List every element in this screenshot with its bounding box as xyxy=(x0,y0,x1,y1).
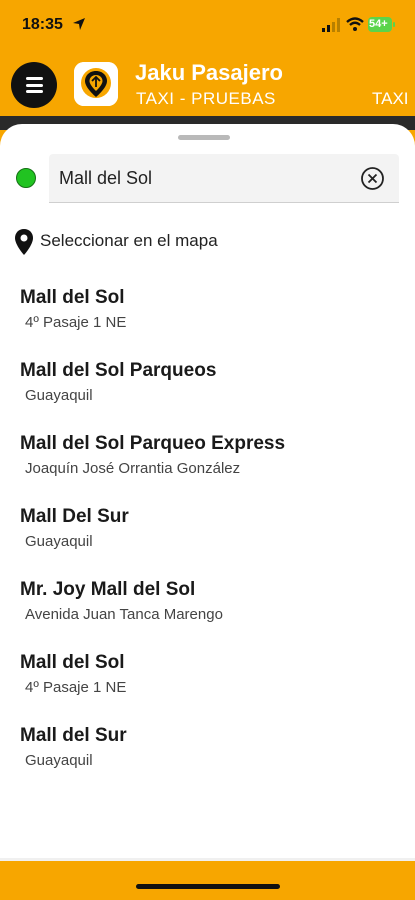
sheet-bottom-divider xyxy=(0,858,415,861)
result-address: 4º Pasaje 1 NE xyxy=(25,314,127,331)
app-subtitle-marquee: TAXI xyxy=(372,89,409,108)
result-title: Mr. Joy Mall del Sol xyxy=(20,579,196,600)
result-address: Guayaquil xyxy=(25,752,93,769)
search-results-list: Mall del Sol 4º Pasaje 1 NE Mall del Sol… xyxy=(0,284,415,795)
location-arrow-icon xyxy=(73,18,85,30)
result-title: Mall del Sol xyxy=(20,287,125,308)
result-address: Guayaquil xyxy=(25,533,93,550)
battery-level: 54+ xyxy=(369,18,388,30)
menu-icon-bar xyxy=(26,83,43,87)
app-subtitle: TAXI - PRUEBAS xyxy=(136,89,276,108)
result-address: Guayaquil xyxy=(25,387,93,404)
result-item[interactable]: Mr. Joy Mall del Sol Avenida Juan Tanca … xyxy=(0,576,415,649)
app-title: Jaku Pasajero xyxy=(135,60,283,85)
menu-button[interactable] xyxy=(11,62,57,108)
result-title: Mall del Sol xyxy=(20,652,125,673)
map-pin-icon xyxy=(15,229,33,255)
result-item[interactable]: Mall del Sol 4º Pasaje 1 NE xyxy=(0,649,415,722)
result-item[interactable]: Mall del Sur Guayaquil xyxy=(0,722,415,795)
taxi-logo-icon xyxy=(74,62,118,106)
result-title: Mall del Sol Parqueos xyxy=(20,360,217,381)
app-header: Jaku Pasajero TAXI - PRUEBAS TAXI xyxy=(0,50,415,120)
cellular-signal-icon xyxy=(322,18,340,32)
status-bar: 18:35 54+ xyxy=(0,0,415,50)
result-address: Joaquín José Orrantia González xyxy=(25,460,241,477)
result-title: Mall del Sol Parqueo Express xyxy=(20,433,286,454)
select-on-map-label: Seleccionar en el mapa xyxy=(40,231,218,250)
sheet-drag-handle[interactable] xyxy=(178,135,230,140)
result-item[interactable]: Mall del Sol Parqueo Express Joaquín Jos… xyxy=(0,430,415,503)
clear-search-icon[interactable] xyxy=(360,166,385,191)
result-item[interactable]: Mall Del Sur Guayaquil xyxy=(0,503,415,576)
search-sheet: Seleccionar en el mapa Mall del Sol 4º P… xyxy=(0,124,415,860)
search-box[interactable] xyxy=(49,154,399,203)
result-item[interactable]: Mall del Sol 4º Pasaje 1 NE xyxy=(0,284,415,357)
search-input[interactable] xyxy=(59,154,349,202)
result-title: Mall Del Sur xyxy=(20,506,129,527)
result-title: Mall del Sur xyxy=(20,725,127,746)
result-address: Avenida Juan Tanca Marengo xyxy=(25,606,223,623)
battery-icon: 54+ xyxy=(368,17,396,32)
menu-icon-bar xyxy=(26,90,43,93)
wifi-icon xyxy=(346,17,364,31)
select-on-map-button[interactable]: Seleccionar en el mapa xyxy=(14,227,314,255)
home-indicator[interactable] xyxy=(136,884,280,889)
status-time: 18:35 xyxy=(22,16,63,33)
origin-dot-icon xyxy=(16,168,36,188)
app-logo xyxy=(74,62,118,106)
menu-icon xyxy=(26,77,43,80)
result-item[interactable]: Mall del Sol Parqueos Guayaquil xyxy=(0,357,415,430)
result-address: 4º Pasaje 1 NE xyxy=(25,679,127,696)
